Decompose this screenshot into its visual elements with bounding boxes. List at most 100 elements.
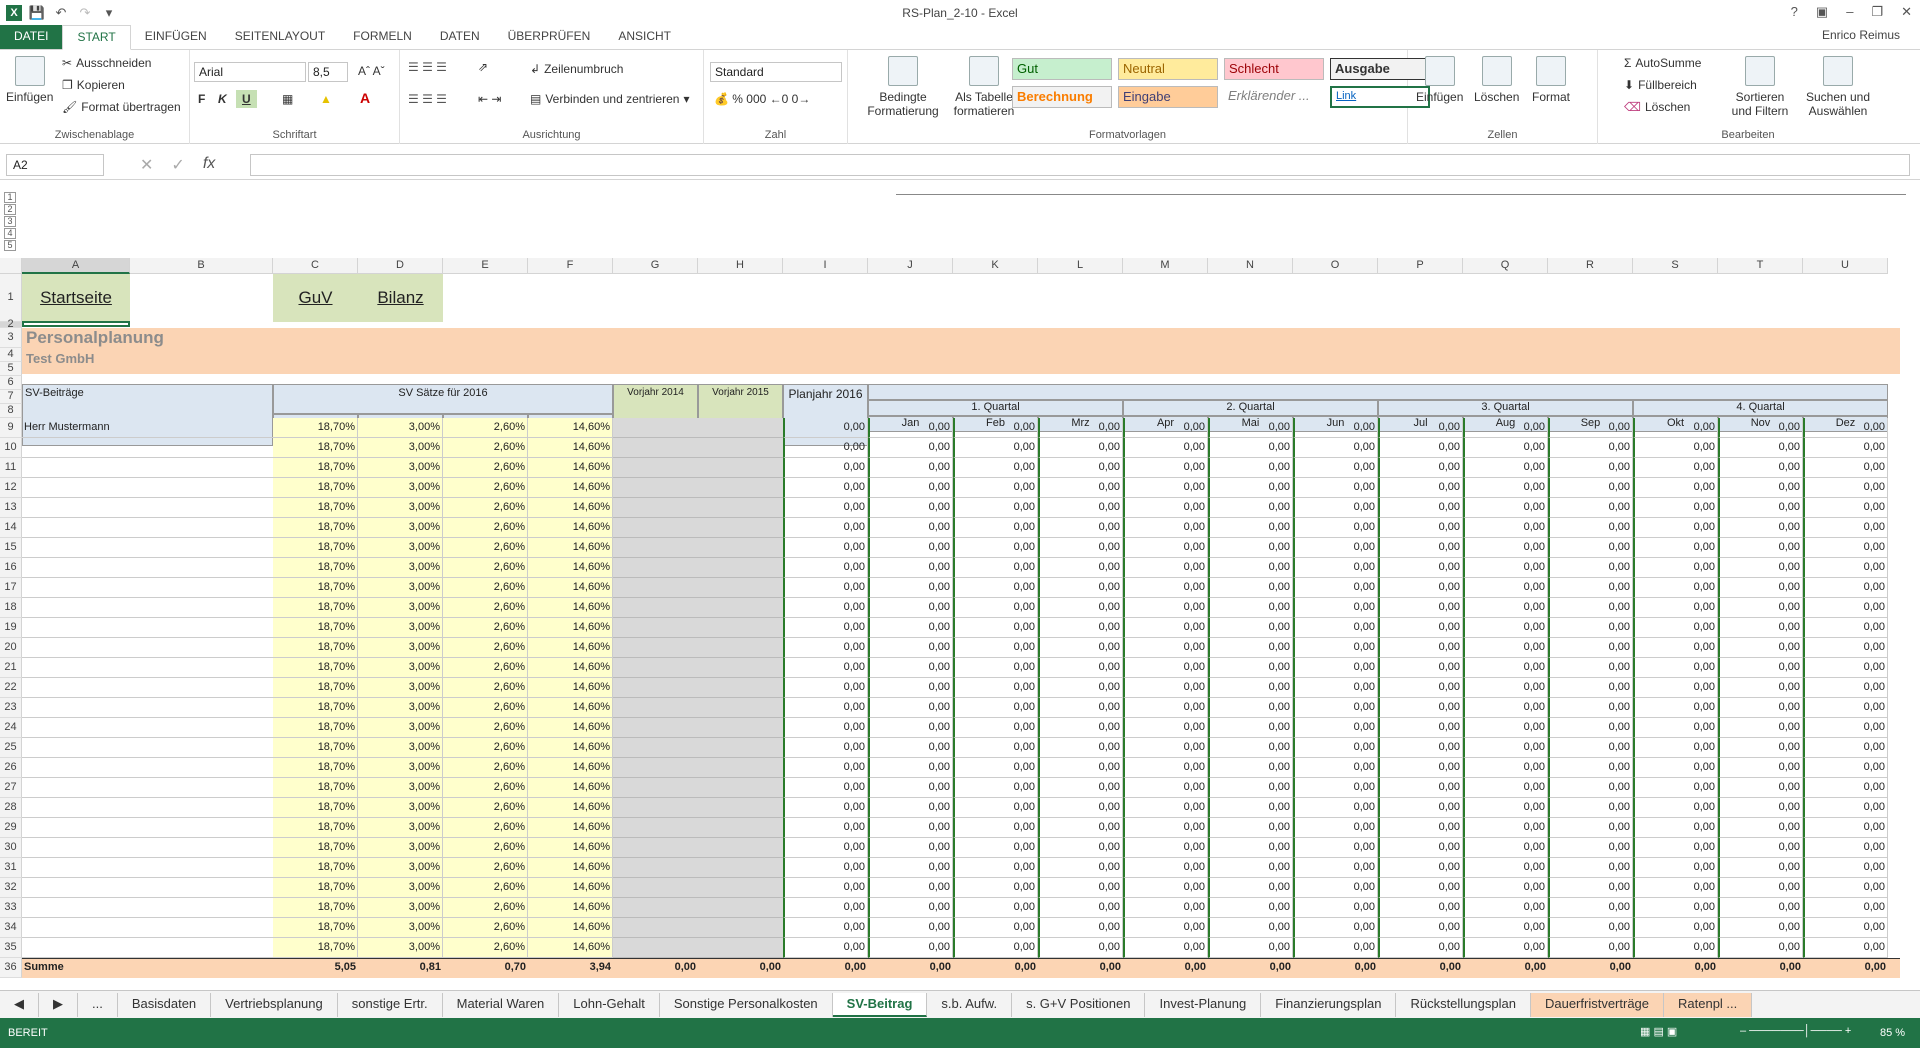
value-cell[interactable]: 0,00 <box>1378 538 1463 558</box>
row-header[interactable]: 5 <box>0 362 22 376</box>
value-cell[interactable]: 0,00 <box>1633 478 1718 498</box>
value-cell[interactable]: 0,00 <box>783 518 868 538</box>
value-cell[interactable]: 0,00 <box>783 818 868 838</box>
rate-rv[interactable]: 18,70% <box>273 598 358 618</box>
value-cell[interactable]: 0,00 <box>1718 818 1803 838</box>
rate-kv[interactable]: 14,60% <box>528 438 613 458</box>
value-cell[interactable]: 0,00 <box>1548 578 1633 598</box>
rate-pv[interactable]: 2,60% <box>443 678 528 698</box>
rate-kv[interactable]: 14,60% <box>528 798 613 818</box>
value-cell[interactable]: 0,00 <box>1208 598 1293 618</box>
value-cell[interactable]: 0,00 <box>1293 658 1378 678</box>
value-cell[interactable]: 0,00 <box>868 898 953 918</box>
value-cell[interactable]: 0,00 <box>1208 758 1293 778</box>
value-cell[interactable]: 0,00 <box>1208 538 1293 558</box>
column-header[interactable]: N <box>1208 258 1293 274</box>
value-cell[interactable]: 0,00 <box>1123 798 1208 818</box>
value-cell[interactable]: 0,00 <box>1208 578 1293 598</box>
value-cell[interactable]: 0,00 <box>1548 758 1633 778</box>
rate-kv[interactable]: 14,60% <box>528 618 613 638</box>
value-cell[interactable]: 0,00 <box>1293 918 1378 938</box>
value-cell[interactable]: 0,00 <box>783 778 868 798</box>
value-cell[interactable]: 0,00 <box>1123 498 1208 518</box>
row-header[interactable]: 7 <box>0 390 22 404</box>
grow-font-button[interactable]: Aˆ Aˇ <box>358 64 385 78</box>
rate-pv[interactable]: 2,60% <box>443 438 528 458</box>
underline-button[interactable]: U <box>236 90 257 108</box>
rate-av[interactable]: 3,00% <box>358 538 443 558</box>
rate-pv[interactable]: 2,60% <box>443 538 528 558</box>
outline-level[interactable]: 5 <box>4 240 16 251</box>
value-cell[interactable]: 0,00 <box>1718 698 1803 718</box>
value-cell[interactable]: 0,00 <box>868 678 953 698</box>
value-cell[interactable]: 0,00 <box>953 678 1038 698</box>
conditional-format-button[interactable]: Bedingte Formatierung <box>867 56 939 118</box>
value-cell[interactable]: 0,00 <box>1123 558 1208 578</box>
value-cell[interactable]: 0,00 <box>1293 738 1378 758</box>
column-header[interactable]: D <box>358 258 443 274</box>
orientation-icon[interactable]: ⇗ <box>478 60 488 74</box>
row-header[interactable]: 9 <box>0 418 22 438</box>
rate-pv[interactable]: 2,60% <box>443 518 528 538</box>
value-cell[interactable]: 0,00 <box>1803 718 1888 738</box>
sheet-tab[interactable]: Vertriebsplanung <box>211 992 338 1017</box>
row-header[interactable]: 10 <box>0 438 22 458</box>
value-cell[interactable]: 0,00 <box>953 718 1038 738</box>
value-cell[interactable]: 0,00 <box>1378 438 1463 458</box>
value-cell[interactable]: 0,00 <box>1633 418 1718 438</box>
value-cell[interactable]: 0,00 <box>1378 418 1463 438</box>
copy-button[interactable]: ❐ Kopieren <box>62 78 125 92</box>
value-cell[interactable]: 0,00 <box>953 738 1038 758</box>
rate-av[interactable]: 3,00% <box>358 658 443 678</box>
value-cell[interactable]: 0,00 <box>783 498 868 518</box>
value-cell[interactable]: 0,00 <box>1378 718 1463 738</box>
value-cell[interactable]: 0,00 <box>1378 638 1463 658</box>
value-cell[interactable]: 0,00 <box>1293 878 1378 898</box>
value-cell[interactable]: 0,00 <box>1123 878 1208 898</box>
value-cell[interactable]: 0,00 <box>1718 718 1803 738</box>
value-cell[interactable]: 0,00 <box>1718 558 1803 578</box>
value-cell[interactable]: 0,00 <box>868 758 953 778</box>
value-cell[interactable]: 0,00 <box>1803 638 1888 658</box>
font-size-select[interactable]: 8,5 <box>308 62 348 82</box>
row-header[interactable]: 16 <box>0 558 22 578</box>
sheet-scroll-left-icon[interactable]: ◀ <box>0 992 39 1017</box>
row-header[interactable]: 32 <box>0 878 22 898</box>
value-cell[interactable]: 0,00 <box>1208 478 1293 498</box>
spreadsheet-grid[interactable]: A B C D E F G H I J K L M N O P Q R S T U 1 2 3 4 5 6 7 8 9 10 11 12 13 14… <box>0 258 1900 990</box>
value-cell[interactable]: 0,00 <box>1293 558 1378 578</box>
value-cell[interactable]: 0,00 <box>1803 478 1888 498</box>
value-cell[interactable]: 0,00 <box>1378 518 1463 538</box>
value-cell[interactable]: 0,00 <box>1293 938 1378 958</box>
rate-av[interactable]: 3,00% <box>358 618 443 638</box>
value-cell[interactable]: 0,00 <box>1803 918 1888 938</box>
value-cell[interactable]: 0,00 <box>953 938 1038 958</box>
cut-button[interactable]: ✂ Ausschneiden <box>62 56 151 70</box>
rate-av[interactable]: 3,00% <box>358 758 443 778</box>
value-cell[interactable]: 0,00 <box>1038 878 1123 898</box>
formula-input[interactable] <box>250 154 1910 176</box>
value-cell[interactable]: 0,00 <box>1633 798 1718 818</box>
value-cell[interactable]: 0,00 <box>1208 858 1293 878</box>
value-cell[interactable]: 0,00 <box>1463 418 1548 438</box>
value-cell[interactable]: 0,00 <box>1463 538 1548 558</box>
column-header[interactable]: K <box>953 258 1038 274</box>
ribbon-display-icon[interactable]: ▣ <box>1816 4 1828 20</box>
value-cell[interactable]: 0,00 <box>1718 918 1803 938</box>
value-cell[interactable]: 0,00 <box>783 478 868 498</box>
tab-datei[interactable]: DATEI <box>0 25 63 49</box>
style-schlecht[interactable]: Schlecht <box>1224 58 1324 80</box>
row-header[interactable]: 30 <box>0 838 22 858</box>
value-cell[interactable]: 0,00 <box>1463 678 1548 698</box>
rate-rv[interactable]: 18,70% <box>273 698 358 718</box>
value-cell[interactable]: 0,00 <box>783 658 868 678</box>
redo-icon[interactable]: ↷ <box>76 4 94 22</box>
rate-kv[interactable]: 14,60% <box>528 778 613 798</box>
column-header[interactable]: E <box>443 258 528 274</box>
value-cell[interactable]: 0,00 <box>783 878 868 898</box>
value-cell[interactable]: 0,00 <box>783 838 868 858</box>
value-cell[interactable]: 0,00 <box>1633 738 1718 758</box>
rate-rv[interactable]: 18,70% <box>273 818 358 838</box>
value-cell[interactable]: 0,00 <box>1633 718 1718 738</box>
rate-rv[interactable]: 18,70% <box>273 658 358 678</box>
